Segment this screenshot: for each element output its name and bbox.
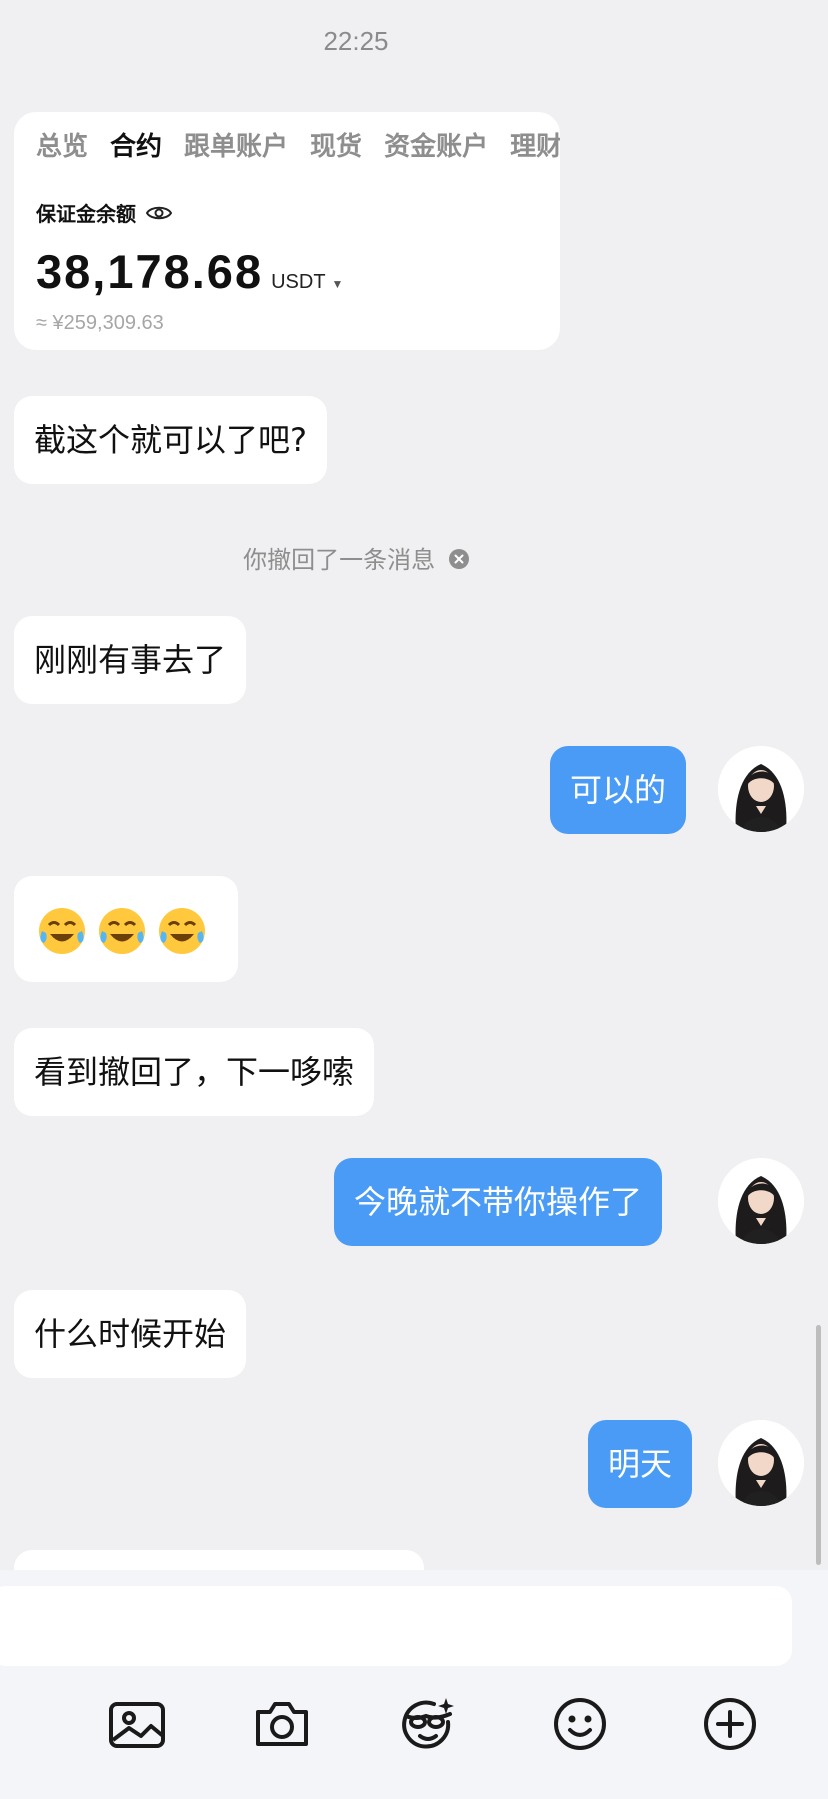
image-icon[interactable] [105, 1692, 169, 1756]
avatar[interactable] [718, 746, 804, 832]
message-input[interactable] [0, 1586, 792, 1666]
message-received[interactable]: 刚刚有事去了 [14, 616, 247, 704]
caret-down-icon: ▼ [331, 277, 346, 291]
balance-label-text: 保证金余额 [36, 202, 136, 226]
plus-icon[interactable] [698, 1692, 762, 1756]
currency-unit: USDT [271, 271, 326, 293]
status-time: 22:25 [323, 26, 389, 56]
sticker-icon[interactable] [396, 1692, 460, 1756]
tears-of-joy-icon [99, 908, 145, 954]
message-received-emojis[interactable] [14, 876, 238, 982]
recall-notice: 你撤回了一条消息 [0, 540, 712, 575]
account-card-image[interactable]: 总览 合约 跟单账户 现货 资金账户 理财 保证金余额 38,178.68 USDT ▼ … [14, 112, 560, 350]
tears-of-joy-icon [39, 908, 85, 954]
tab-finance: 理财 [510, 132, 560, 162]
tab-funding-account: 资金账户 [384, 132, 489, 162]
tab-spot: 现货 [310, 132, 363, 162]
message-received[interactable]: 看到撤回了，下一哆嗦 [14, 1028, 375, 1116]
tab-contract: 合约 [110, 132, 163, 162]
message-sent[interactable]: 可以的 [550, 746, 687, 834]
message-sent[interactable]: 明天 [588, 1420, 693, 1508]
tab-copy-trading: 跟单账户 [184, 132, 289, 162]
account-tabs: 总览 合约 跟单账户 现货 资金账户 理财 [36, 126, 560, 163]
avatar-portrait-icon [718, 1158, 804, 1244]
balance-label: 保证金余额 [36, 198, 172, 227]
approx-cny-value: ≈ ¥259,309.63 [36, 312, 164, 334]
avatar-portrait-icon [718, 746, 804, 832]
close-circle-icon[interactable] [448, 549, 469, 569]
avatar[interactable] [718, 1420, 804, 1506]
input-panel [0, 1570, 828, 1799]
avatar[interactable] [718, 1158, 804, 1244]
scrollbar[interactable] [816, 1325, 821, 1565]
eye-icon [146, 206, 172, 219]
avatar-portrait-icon [718, 1420, 804, 1506]
tears-of-joy-icon [159, 908, 205, 954]
message-received[interactable]: 什么时候开始 [14, 1290, 247, 1378]
smiley-icon[interactable] [548, 1692, 612, 1756]
balance-value: 38,178.68 [36, 245, 264, 298]
message-received[interactable]: 截这个就可以了吧? [14, 396, 327, 484]
recall-notice-text: 你撤回了一条消息 [243, 546, 436, 574]
tab-overview: 总览 [36, 132, 89, 162]
balance-amount: 38,178.68 USDT ▼ [36, 244, 345, 299]
message-sent[interactable]: 今晚就不带你操作了 [334, 1158, 663, 1246]
camera-icon[interactable] [250, 1692, 314, 1756]
